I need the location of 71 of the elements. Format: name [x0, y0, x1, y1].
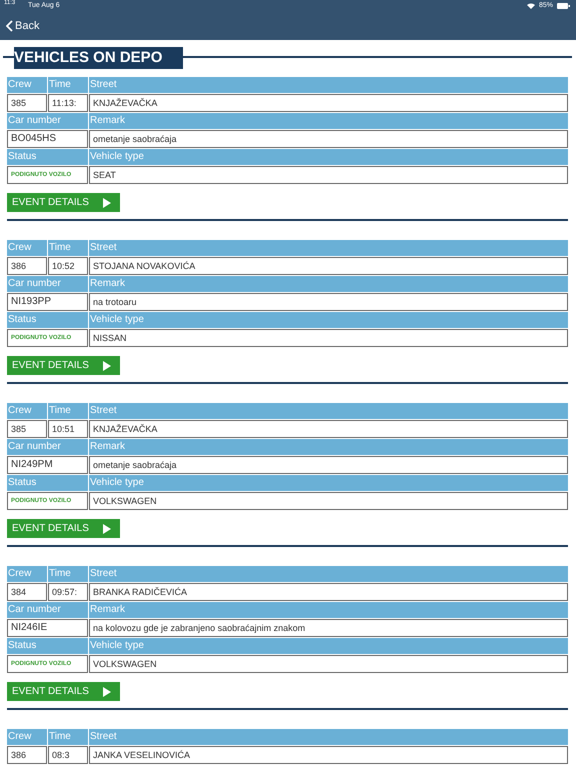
- field-value: VOLKSWAGEN: [89, 492, 568, 510]
- field-label: Time: [48, 566, 88, 582]
- field-value: 385: [7, 94, 47, 112]
- play-arrow-icon: [103, 198, 111, 208]
- field-value: JANKA VESELINOVIĆA: [89, 746, 568, 764]
- field-label: Car number: [7, 113, 88, 129]
- field-value: BRANKA RADIČEVIĆA: [89, 583, 568, 601]
- field-label: Crew: [7, 729, 47, 745]
- field-value: 384: [7, 583, 47, 601]
- field-value: NI249PM: [7, 456, 88, 474]
- field-label: Time: [48, 403, 88, 419]
- field-label: Vehicle type: [89, 475, 568, 491]
- field-value: NISSAN: [89, 329, 568, 347]
- field-label: Remark: [89, 602, 568, 618]
- field-label: Status: [7, 475, 88, 491]
- play-arrow-icon: [103, 360, 111, 370]
- field-value: 09:57:: [48, 583, 88, 601]
- field-value: VOLKSWAGEN: [89, 655, 568, 673]
- play-arrow-icon: [103, 524, 111, 534]
- field-value: 385: [7, 420, 47, 438]
- field-value: KNJAŽEVAČKA: [89, 420, 568, 438]
- field-value: na kolovozu gde je zabranjeno saobraćajnim znakom: [89, 619, 568, 637]
- field-label: Status: [7, 312, 88, 328]
- field-value: 386: [7, 746, 47, 764]
- field-label: Street: [89, 403, 568, 419]
- field-value: 11:13:: [48, 94, 88, 112]
- field-label: Street: [89, 566, 568, 582]
- back-chevron-icon: [6, 20, 13, 32]
- field-label: Crew: [7, 566, 47, 582]
- field-label: Crew: [7, 403, 47, 419]
- field-value: KNJAŽEVAČKA: [89, 94, 568, 112]
- field-label: Crew: [7, 77, 47, 93]
- field-label: Car number: [7, 602, 88, 618]
- field-label: Street: [89, 77, 568, 93]
- field-label: Vehicle type: [89, 149, 568, 165]
- back-link[interactable]: Back: [6, 18, 40, 34]
- field-label: Status: [7, 638, 88, 654]
- field-label: Street: [89, 729, 568, 745]
- field-value: ometanje saobraćaja: [89, 456, 568, 474]
- field-value: NI193PP: [7, 293, 88, 311]
- field-value: STOJANA NOVAKOVIĆA: [89, 257, 568, 275]
- field-label: Time: [48, 240, 88, 256]
- field-label: Status: [7, 149, 88, 165]
- field-value: 08:3: [48, 746, 88, 764]
- field-value: ometanje saobraćaja: [89, 130, 568, 148]
- wifi-icon: [526, 3, 535, 9]
- field-label: Time: [48, 77, 88, 93]
- field-label: Remark: [89, 113, 568, 129]
- field-label: Car number: [7, 276, 88, 292]
- field-value: 10:52: [48, 257, 88, 275]
- event-details-button[interactable]: EVENT DETAILS: [7, 682, 120, 701]
- field-value: na trotoaru: [89, 293, 568, 311]
- battery-icon: [557, 3, 570, 9]
- event-details-button[interactable]: EVENT DETAILS: [7, 193, 120, 212]
- field-value: SEAT: [89, 166, 568, 184]
- field-label: Time: [48, 729, 88, 745]
- event-details-button[interactable]: EVENT DETAILS: [7, 356, 120, 375]
- field-label: Remark: [89, 276, 568, 292]
- field-label: Crew: [7, 240, 47, 256]
- field-label: Vehicle type: [89, 638, 568, 654]
- field-label: Car number: [7, 439, 88, 455]
- page-title: VEHICLES ON DEPO: [14, 47, 183, 69]
- field-value: NI246IE: [7, 619, 88, 637]
- play-arrow-icon: [103, 686, 111, 696]
- field-label: Street: [89, 240, 568, 256]
- field-value: 386: [7, 257, 47, 275]
- field-label: Remark: [89, 439, 568, 455]
- event-details-button[interactable]: EVENT DETAILS: [7, 519, 120, 538]
- field-value: BO045HS: [7, 130, 88, 148]
- field-value: 10:51: [48, 420, 88, 438]
- field-label: Vehicle type: [89, 312, 568, 328]
